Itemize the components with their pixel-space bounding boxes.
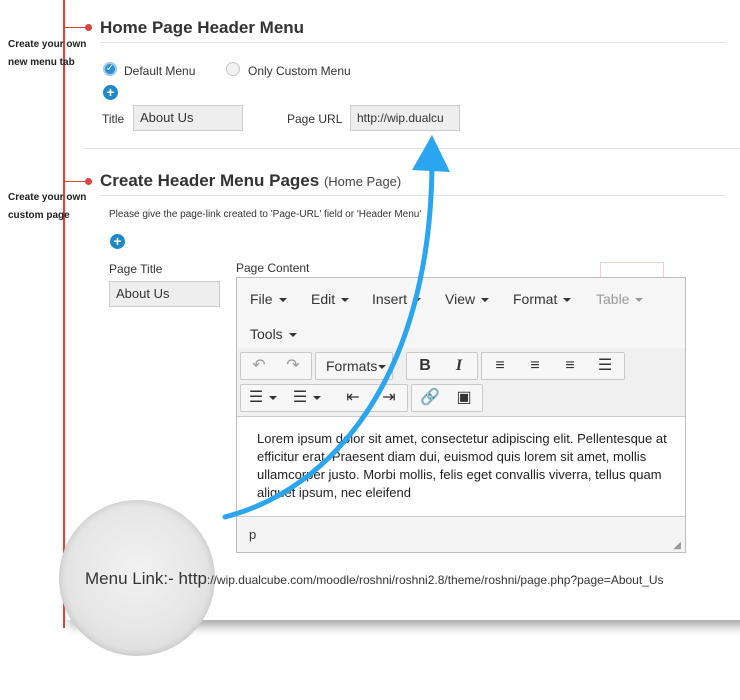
arrow-shaft: [222, 162, 435, 520]
menu-link: Menu Link:- http://wip.dualcube.com/mood…: [85, 569, 664, 589]
menu-link-url[interactable]: ://wip.dualcube.com/moodle/roshni/roshni…: [207, 573, 664, 587]
arrow-head: [412, 135, 450, 172]
menu-link-label: Menu Link:- http: [85, 569, 207, 588]
